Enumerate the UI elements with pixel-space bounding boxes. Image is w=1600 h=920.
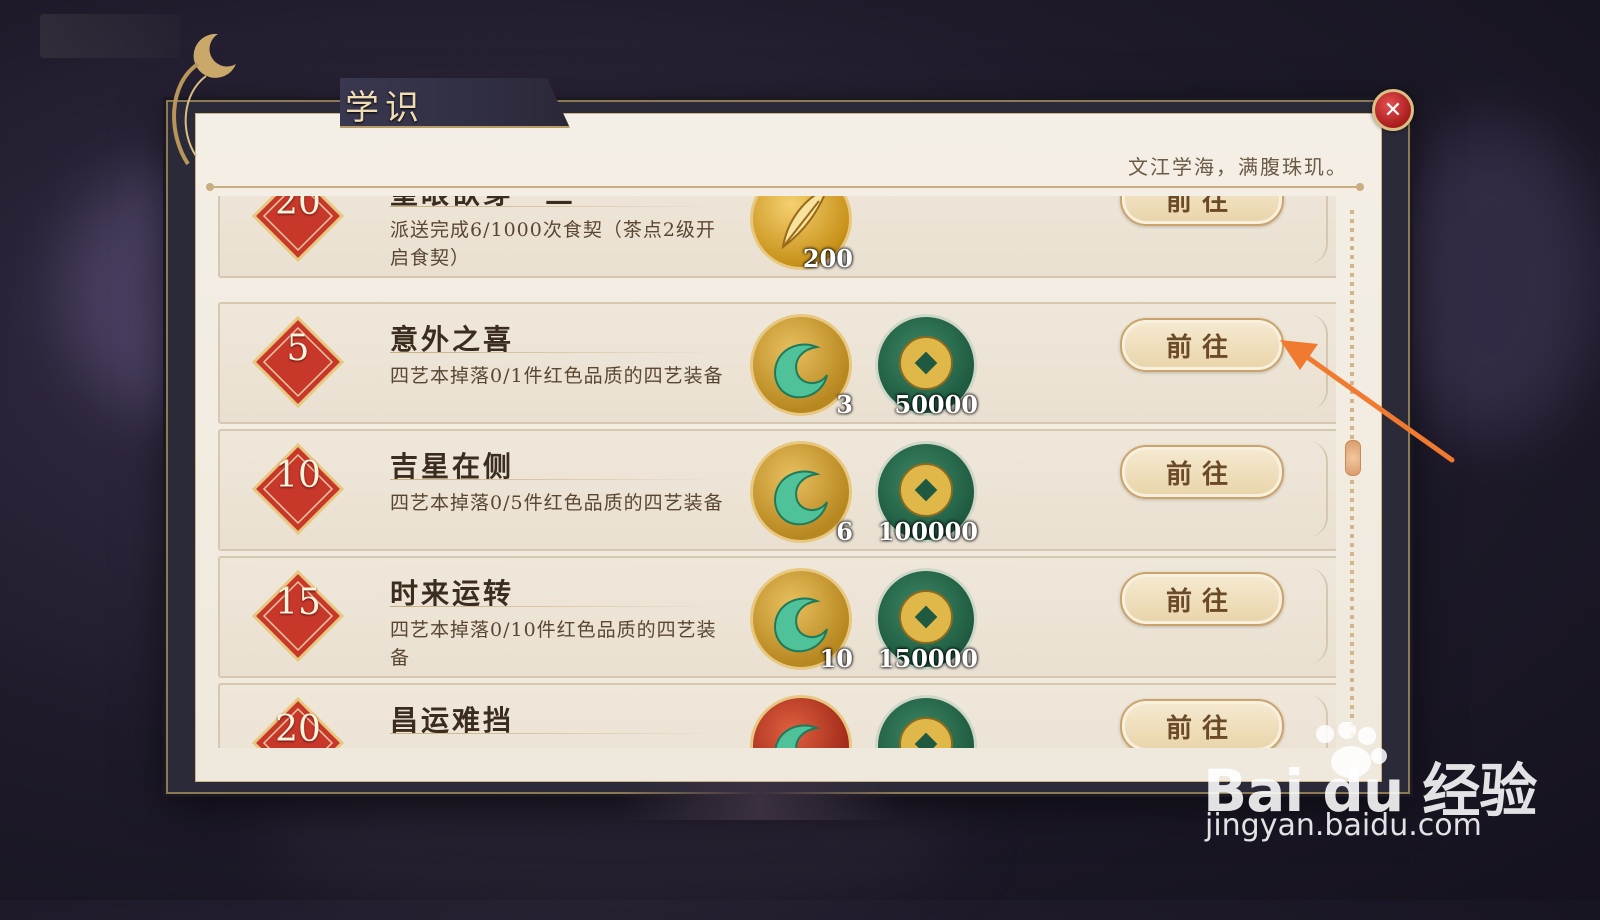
go-button[interactable]: 前往 xyxy=(1120,572,1284,626)
reward-count: 6 xyxy=(836,517,853,546)
achievement-row: 10 吉星在侧 四艺本掉落0/5件红色品质的四艺装备 6 100000 前往 xyxy=(218,429,1336,551)
reward-item[interactable]: 10 xyxy=(750,568,853,673)
go-button[interactable]: 前往 xyxy=(1120,196,1284,226)
achievement-row: 20 昌运难挡 前往 xyxy=(218,683,1336,748)
level-number: 20 xyxy=(275,196,321,223)
achievement-row: 15 时来运转 四艺本掉落0/10件红色品质的四艺装备 10 150000 前往 xyxy=(218,556,1336,678)
reward-count: 50000 xyxy=(894,390,979,419)
reward-count: 3 xyxy=(836,390,853,419)
achievement-row: 20 望眼欲穿・三 派送完成6/1000次食契（茶点2级开启食契） 200 前往 xyxy=(218,196,1336,278)
jade-pendant-icon xyxy=(774,724,821,748)
go-button[interactable]: 前往 xyxy=(1120,318,1284,372)
panel-subtitle: 文江学海，满腹珠玑。 xyxy=(1128,155,1348,179)
copper-coin-icon xyxy=(899,717,953,748)
page-title: 学识 xyxy=(345,88,425,128)
reward-item[interactable] xyxy=(750,695,852,748)
achievement-title: 望眼欲穿・三 xyxy=(390,196,576,212)
achievement-row: 5 意外之喜 四艺本掉落0/1件红色品质的四艺装备 3 50000 前往 xyxy=(218,302,1336,424)
achievement-list[interactable]: 20 望眼欲穿・三 派送完成6/1000次食契（茶点2级开启食契） 200 前往… xyxy=(218,196,1336,748)
level-number: 20 xyxy=(275,709,321,748)
jade-pendant-icon xyxy=(773,470,828,526)
close-button[interactable]: ✕ xyxy=(1372,89,1414,131)
achievement-description: 派送完成6/1000次食契（茶点2级开启食契） xyxy=(390,219,716,269)
achievement-description: 四艺本掉落0/5件红色品质的四艺装备 xyxy=(390,492,724,514)
reward-count: 100000 xyxy=(877,517,978,546)
reward-item[interactable]: 150000 xyxy=(875,568,978,673)
panel-bottom-decoration xyxy=(620,782,900,820)
jade-pendant-icon xyxy=(773,343,828,399)
title-underline xyxy=(390,606,720,607)
title-underline xyxy=(390,352,720,353)
title-underline xyxy=(390,733,720,734)
achievement-description: 四艺本掉落0/10件红色品质的四艺装备 xyxy=(390,619,717,669)
watermark-url: jingyan.baidu.com xyxy=(1205,808,1482,843)
level-number: 15 xyxy=(275,582,321,623)
level-number: 10 xyxy=(275,455,321,496)
reward-item[interactable]: 50000 xyxy=(875,314,979,419)
row-edge-decoration xyxy=(1306,568,1328,664)
reward-item[interactable] xyxy=(875,695,977,748)
crescent-ornament-icon xyxy=(172,33,236,166)
reward-count: 10 xyxy=(819,644,853,673)
reward-item[interactable]: 6 xyxy=(750,441,853,546)
reward-item[interactable]: 100000 xyxy=(875,441,978,546)
level-number: 5 xyxy=(286,328,310,369)
close-icon: ✕ xyxy=(1383,97,1403,123)
annotation-arrow-icon xyxy=(1280,340,1455,463)
reward-item[interactable]: 3 xyxy=(750,314,853,419)
divider xyxy=(206,183,1364,191)
reward-item[interactable]: 200 xyxy=(750,196,853,273)
reward-count: 200 xyxy=(802,244,853,273)
title-underline xyxy=(390,479,720,480)
achievement-description: 四艺本掉落0/1件红色品质的四艺装备 xyxy=(390,365,724,387)
row-edge-decoration xyxy=(1306,196,1328,264)
title-underline xyxy=(390,206,720,207)
go-button[interactable]: 前往 xyxy=(1120,445,1284,499)
reward-count: 150000 xyxy=(877,644,978,673)
